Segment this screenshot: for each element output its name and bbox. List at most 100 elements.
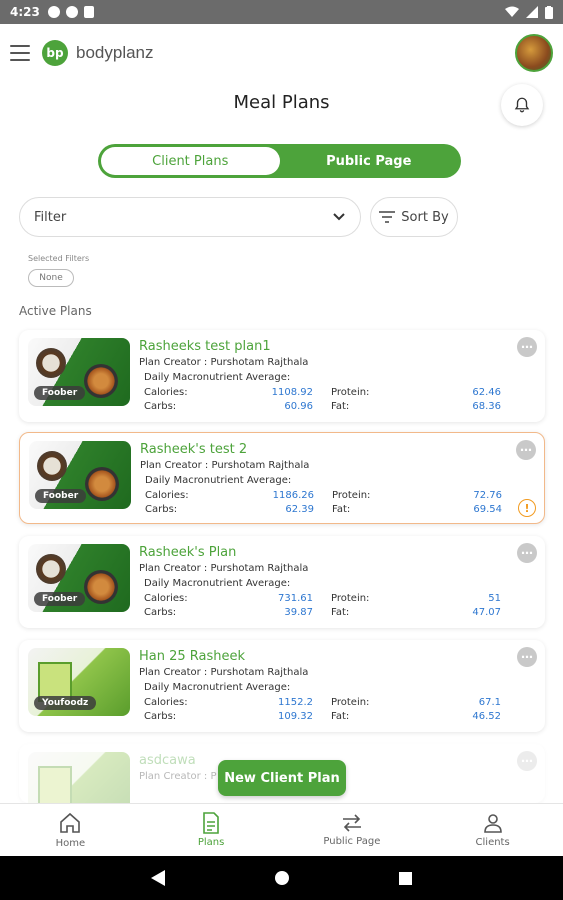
macro-heading: Daily Macronutrient Average: <box>145 475 292 486</box>
filter-label: Filter <box>34 209 67 225</box>
protein-value: 51 <box>488 593 501 604</box>
nav-clients-label: Clients <box>475 837 510 848</box>
carbs-label: Carbs: <box>145 504 178 515</box>
calories-label: Calories: <box>144 387 188 398</box>
home-icon <box>60 812 81 833</box>
bell-icon <box>514 97 530 113</box>
macro-heading: Daily Macronutrient Average: <box>144 682 291 693</box>
calories-value: 1186.26 <box>272 490 314 501</box>
plan-type-toggle: Client Plans Public Page <box>98 144 461 178</box>
tab-public-page[interactable]: Public Page <box>280 147 459 175</box>
carbs-label: Carbs: <box>144 607 177 618</box>
plan-thumbnail: Foober <box>28 338 130 406</box>
nav-home[interactable]: Home <box>0 804 141 856</box>
signal-icon <box>526 6 538 18</box>
more-options-icon[interactable]: ⋯ <box>516 440 536 460</box>
carbs-value: 39.87 <box>284 607 313 618</box>
plan-thumbnail: Foober <box>28 544 130 612</box>
calories-value: 731.61 <box>278 593 313 604</box>
plan-thumbnail <box>28 752 130 803</box>
plan-name: Rasheek's test 2 <box>140 442 248 457</box>
nav-home-label: Home <box>55 838 86 849</box>
brand-name: bodyplanz <box>76 43 154 62</box>
fat-label: Fat: <box>331 711 350 722</box>
protein-label: Protein: <box>331 697 370 708</box>
plan-creator: Plan Creator : P <box>139 771 217 782</box>
battery-icon <box>545 5 553 19</box>
app-bar: bp bodyplanz <box>0 24 563 82</box>
warning-icon[interactable]: ! <box>518 499 536 517</box>
nav-public-label: Public Page <box>323 836 381 847</box>
more-options-icon[interactable]: ⋯ <box>517 751 537 771</box>
tab-client-plans[interactable]: Client Plans <box>101 147 280 175</box>
notifications-button[interactable] <box>501 84 543 126</box>
status-time: 4:23 <box>10 5 40 19</box>
calories-label: Calories: <box>144 697 188 708</box>
nav-public-page[interactable]: Public Page <box>282 804 423 856</box>
plan-card[interactable]: Foober Rasheeks test plan1 Plan Creator … <box>19 330 545 422</box>
fat-value: 46.52 <box>472 711 501 722</box>
more-options-icon[interactable]: ⋯ <box>517 337 537 357</box>
menu-icon[interactable] <box>10 45 30 61</box>
logo-mark: bp <box>42 40 68 66</box>
user-avatar[interactable] <box>515 34 553 72</box>
plan-name: Rasheek's Plan <box>139 545 237 560</box>
notification-icon <box>47 6 60 18</box>
sd-card-icon <box>83 6 94 18</box>
carbs-label: Carbs: <box>144 711 177 722</box>
plan-creator: Plan Creator : Purshotam Rajthala <box>139 563 309 574</box>
document-icon <box>203 812 219 834</box>
fat-value: 47.07 <box>472 607 501 618</box>
plan-card[interactable]: Foober Rasheek's Plan Plan Creator : Pur… <box>19 536 545 628</box>
recents-icon[interactable] <box>399 871 412 885</box>
nav-plans[interactable]: Plans <box>141 804 282 856</box>
brand-logo: bp bodyplanz <box>42 40 154 66</box>
plan-creator: Plan Creator : Purshotam Rajthala <box>140 460 310 471</box>
plan-creator: Plan Creator : Purshotam Rajthala <box>139 667 309 678</box>
fat-value: 69.54 <box>473 504 502 515</box>
fat-label: Fat: <box>331 607 350 618</box>
carbs-value: 109.32 <box>278 711 313 722</box>
new-client-plan-button[interactable]: New Client Plan <box>218 760 346 796</box>
filter-dropdown[interactable]: Filter <box>19 197 361 237</box>
plan-source-badge: Foober <box>34 386 86 400</box>
protein-value: 67.1 <box>478 697 501 708</box>
home-circle-icon[interactable] <box>275 871 289 885</box>
plan-source-badge: Youfoodz <box>34 696 97 710</box>
protein-value: 62.46 <box>472 387 501 398</box>
protein-label: Protein: <box>331 593 370 604</box>
plan-source-badge: Foober <box>35 489 87 503</box>
status-bar: 4:23 <box>0 0 563 24</box>
app-notification-icon <box>65 6 78 18</box>
back-icon[interactable] <box>151 870 165 886</box>
macro-heading: Daily Macronutrient Average: <box>144 578 291 589</box>
system-nav-bar <box>0 856 563 900</box>
nav-plans-label: Plans <box>197 837 225 848</box>
calories-value: 1152.2 <box>278 697 313 708</box>
swap-arrows-icon <box>342 814 361 832</box>
protein-label: Protein: <box>332 490 371 501</box>
section-title: Active Plans <box>19 304 92 318</box>
plan-card[interactable]: Youfoodz Han 25 Rasheek Plan Creator : P… <box>19 640 545 732</box>
calories-value: 1108.92 <box>271 387 313 398</box>
plan-card[interactable]: Foober Rasheek's test 2 Plan Creator : P… <box>19 432 545 524</box>
chevron-down-icon <box>333 213 345 221</box>
more-options-icon[interactable]: ⋯ <box>517 647 537 667</box>
plan-name: Rasheeks test plan1 <box>139 339 271 354</box>
carbs-value: 60.96 <box>284 401 313 412</box>
wifi-icon <box>505 6 519 17</box>
page-title: Meal Plans <box>233 92 330 113</box>
selected-filter-chip[interactable]: None <box>28 269 74 287</box>
selected-filters-label: Selected Filters <box>28 254 90 263</box>
protein-value: 72.76 <box>473 490 502 501</box>
more-options-icon[interactable]: ⋯ <box>517 543 537 563</box>
fat-label: Fat: <box>331 401 350 412</box>
calories-label: Calories: <box>145 490 189 501</box>
nav-clients[interactable]: Clients <box>422 804 563 856</box>
fat-value: 68.36 <box>472 401 501 412</box>
sort-button[interactable]: Sort By <box>370 197 458 237</box>
fat-label: Fat: <box>332 504 351 515</box>
macro-heading: Daily Macronutrient Average: <box>144 372 291 383</box>
carbs-value: 62.39 <box>285 504 314 515</box>
plan-name: asdcawa <box>139 753 196 768</box>
